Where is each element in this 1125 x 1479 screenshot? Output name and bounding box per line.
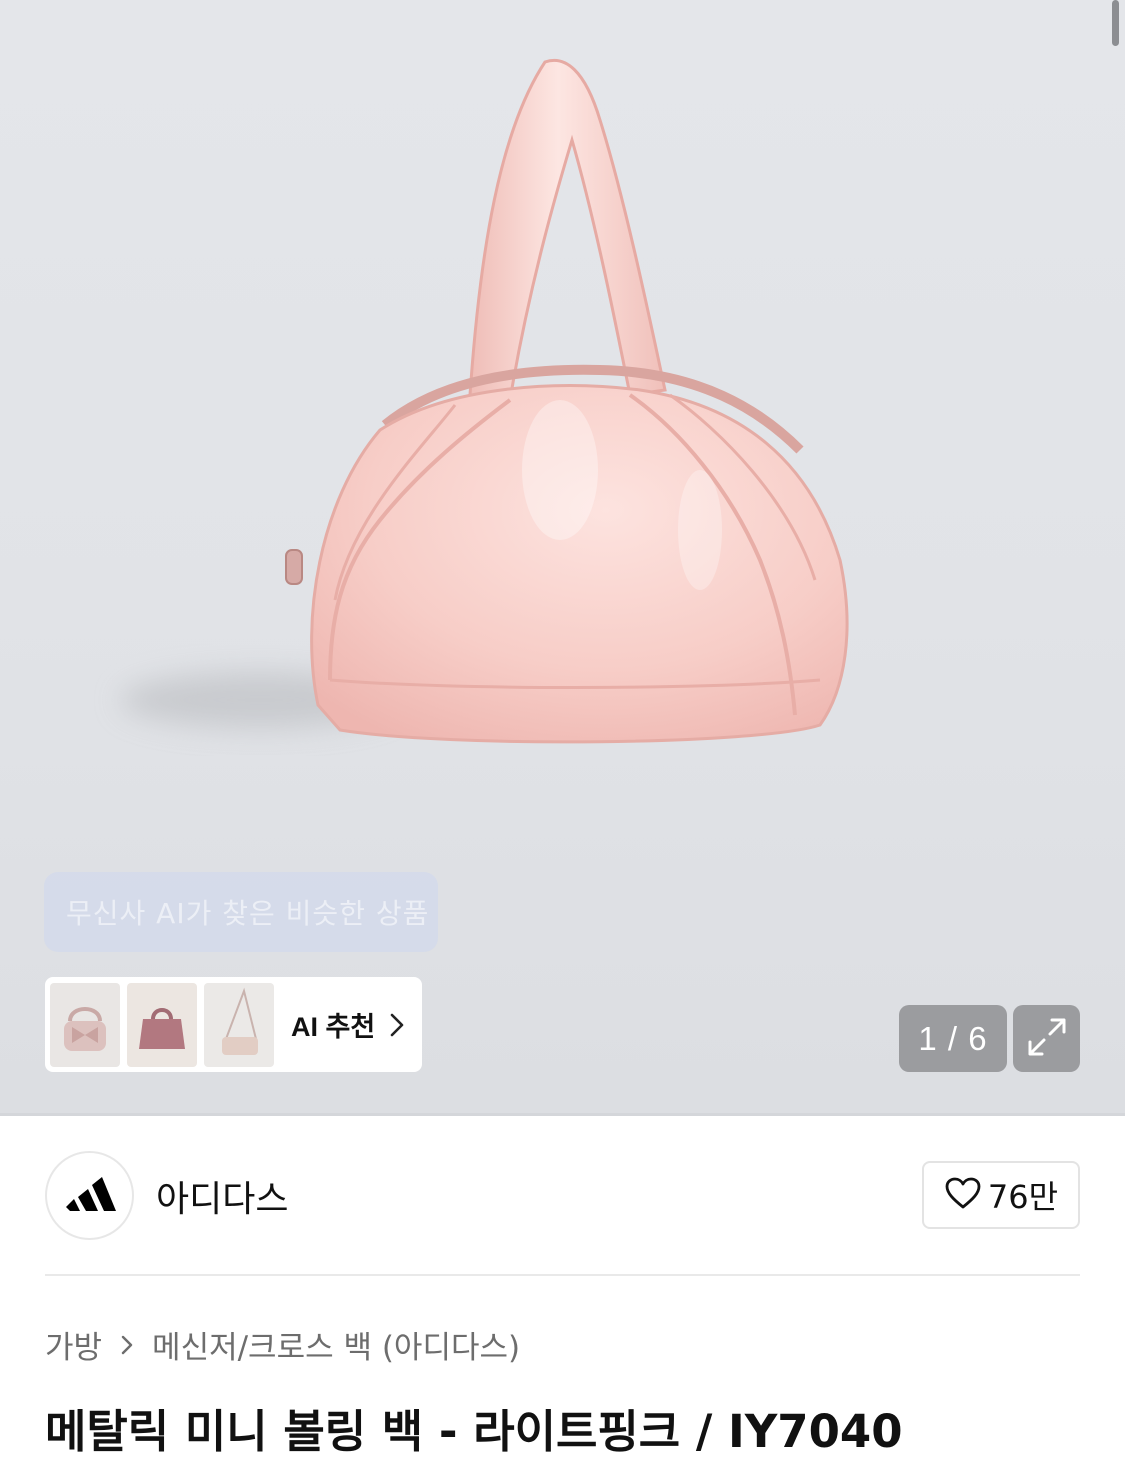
ai-recommend-card[interactable]: AI 추천: [45, 977, 422, 1072]
section-divider: [45, 1274, 1080, 1276]
brand-like-button[interactable]: 76만: [922, 1161, 1080, 1229]
adidas-logo-icon: [64, 1176, 116, 1215]
expand-image-button[interactable]: [1013, 1005, 1080, 1072]
expand-icon: [1026, 1016, 1068, 1062]
scrollbar-thumb[interactable]: [1112, 0, 1119, 46]
image-page-counter: 1 / 6: [899, 1005, 1007, 1072]
breadcrumb: 가방 메신저/크로스 백 (아디다스): [45, 1322, 520, 1367]
brand-logo[interactable]: [45, 1151, 134, 1240]
crossbody-bag-thumbnail[interactable]: [204, 982, 274, 1067]
chevron-right-icon: [389, 1012, 405, 1038]
product-title: 메탈릭 미니 볼링 백 - 라이트핑크 / IY7040: [45, 1405, 903, 1458]
breadcrumb-item-bags[interactable]: 가방: [45, 1322, 102, 1367]
ai-similar-banner[interactable]: 무신사 AI가 찾은 비슷한 상품: [44, 872, 438, 952]
brand-name-link[interactable]: 아디다스: [156, 1170, 288, 1222]
ai-recommend-label: AI 추천: [291, 1012, 376, 1042]
breadcrumb-item-messenger-cross[interactable]: 메신저/크로스 백 (아디다스): [152, 1322, 520, 1367]
bow-bag-thumbnail[interactable]: [50, 982, 120, 1067]
product-detail-page: 무신사 AI가 찾은 비슷한 상품 AI 추천 1 / 6 아디다스 76만 가…: [0, 0, 1125, 1479]
product-image-gallery[interactable]: 무신사 AI가 찾은 비슷한 상품 AI 추천 1 / 6: [0, 0, 1125, 1113]
heart-icon: [944, 1176, 982, 1214]
pink-tote-thumbnail[interactable]: [127, 982, 197, 1067]
like-count: 76만: [987, 1178, 1059, 1216]
hero-divider: [0, 1113, 1125, 1116]
chevron-right-icon: [120, 1334, 134, 1356]
